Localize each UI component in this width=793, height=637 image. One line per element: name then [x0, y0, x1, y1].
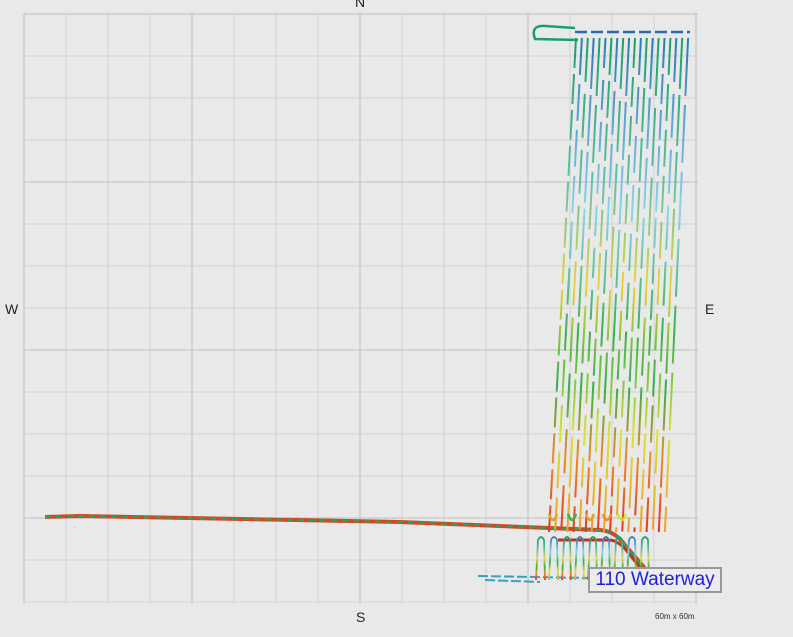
survey-line	[627, 37, 654, 533]
survey-line	[657, 37, 684, 533]
scale-indicator: 60m x 60m	[655, 612, 695, 621]
survey-line	[663, 37, 690, 533]
track-label[interactable]: 110 Waterway	[588, 567, 722, 593]
survey-tracks	[44, 24, 690, 583]
turn-hook	[584, 513, 596, 522]
lower-survey-loop	[574, 536, 585, 581]
turn-hook	[547, 513, 559, 522]
map-plot[interactable]	[0, 0, 793, 637]
top-track-hook	[532, 24, 579, 42]
bottom-track	[477, 575, 591, 583]
survey-line	[645, 37, 672, 533]
turn-hook	[566, 513, 578, 522]
survey-line	[651, 37, 678, 533]
lower-survey-loop	[535, 536, 546, 581]
lower-survey-loop	[548, 536, 559, 581]
turn-hook	[601, 513, 613, 522]
